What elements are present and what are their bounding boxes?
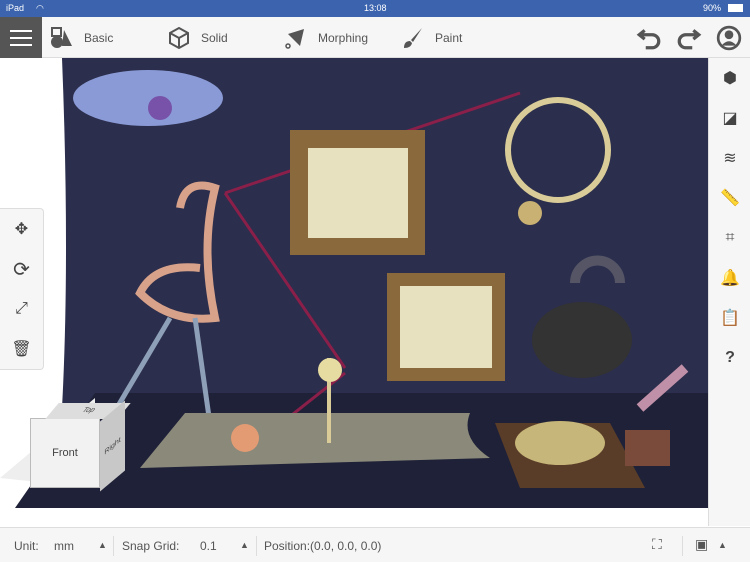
focus-icon[interactable]: ⛶ bbox=[652, 536, 662, 553]
ruler-icon[interactable]: 📏 bbox=[709, 178, 750, 218]
import-shape-icon[interactable]: ◪ bbox=[709, 98, 750, 138]
bottom-bar: Unit: mm ▲ Snap Grid: 0.1 ▲ Position:(0.… bbox=[0, 527, 750, 562]
battery-percent: 90% bbox=[703, 3, 722, 13]
toolbar: Basic Solid Morphing Paint bbox=[0, 17, 750, 58]
rotate-icon[interactable]: ⟳ bbox=[0, 249, 43, 289]
status-bar: iPad ◠ 13:08 90% bbox=[0, 0, 750, 17]
solid-cube-icon bbox=[169, 26, 189, 49]
unit-value[interactable]: mm bbox=[54, 539, 74, 553]
3d-viewport[interactable]: Front Top Right bbox=[0, 58, 708, 526]
right-sidebar: ⬢ ◪ ≋ 📏 ⌗ 🔔 📋 ? bbox=[708, 58, 750, 526]
nose-frame bbox=[290, 130, 425, 255]
redo-icon[interactable] bbox=[676, 25, 702, 51]
lips-frame bbox=[387, 273, 505, 381]
morphing-button[interactable]: Morphing bbox=[284, 17, 368, 58]
basic-label: Basic bbox=[84, 30, 114, 45]
display-icon[interactable]: ▣ bbox=[695, 536, 708, 553]
account-icon[interactable] bbox=[716, 25, 742, 51]
menu-button[interactable] bbox=[0, 17, 42, 58]
transform-tools: ✥ ⟳ ⤢ 🗑 bbox=[0, 208, 44, 370]
delete-icon[interactable]: 🗑 bbox=[0, 329, 43, 369]
move-icon[interactable]: ✥ bbox=[0, 209, 43, 249]
display-dropdown-icon[interactable]: ▲ bbox=[718, 540, 727, 550]
snap-grid-value[interactable]: 0.1 bbox=[200, 539, 217, 553]
paint-button[interactable]: Paint bbox=[401, 17, 462, 58]
position-readout: Position:(0.0, 0.0, 0.0) bbox=[264, 539, 382, 553]
view-cube[interactable]: Front Top Right bbox=[30, 400, 131, 492]
undo-icon[interactable] bbox=[636, 25, 662, 51]
propeller-wings bbox=[73, 70, 223, 126]
device-name: iPad bbox=[6, 3, 25, 13]
basic-button[interactable]: Basic bbox=[50, 17, 113, 58]
basic-shapes-icon bbox=[51, 26, 72, 48]
bell-icon[interactable]: 🔔 bbox=[709, 258, 750, 298]
paint-brush-icon bbox=[404, 27, 422, 48]
help-icon[interactable]: ? bbox=[709, 338, 750, 378]
morphing-icon bbox=[285, 28, 304, 49]
scale-icon[interactable]: ⤢ bbox=[0, 289, 43, 329]
clipboard-icon[interactable]: 📋 bbox=[709, 298, 750, 338]
solid-label: Solid bbox=[201, 30, 228, 45]
cube-view-icon[interactable]: ⬢ bbox=[709, 58, 750, 98]
crop-icon[interactable]: ⌗ bbox=[709, 218, 750, 258]
unit-dropdown-icon[interactable]: ▲ bbox=[98, 540, 107, 550]
unit-label: Unit: bbox=[14, 539, 39, 553]
snap-grid-label: Snap Grid: bbox=[122, 539, 180, 553]
solid-button[interactable]: Solid bbox=[167, 17, 228, 58]
snap-dropdown-icon[interactable]: ▲ bbox=[240, 540, 249, 550]
paint-label: Paint bbox=[435, 30, 463, 45]
wifi-icon: ◠ bbox=[36, 3, 44, 13]
battery-icon bbox=[728, 4, 743, 12]
clock: 13:08 bbox=[364, 3, 387, 13]
view-cube-front[interactable]: Front bbox=[30, 418, 100, 488]
layers-icon[interactable]: ≋ bbox=[709, 138, 750, 178]
morphing-label: Morphing bbox=[318, 30, 369, 45]
